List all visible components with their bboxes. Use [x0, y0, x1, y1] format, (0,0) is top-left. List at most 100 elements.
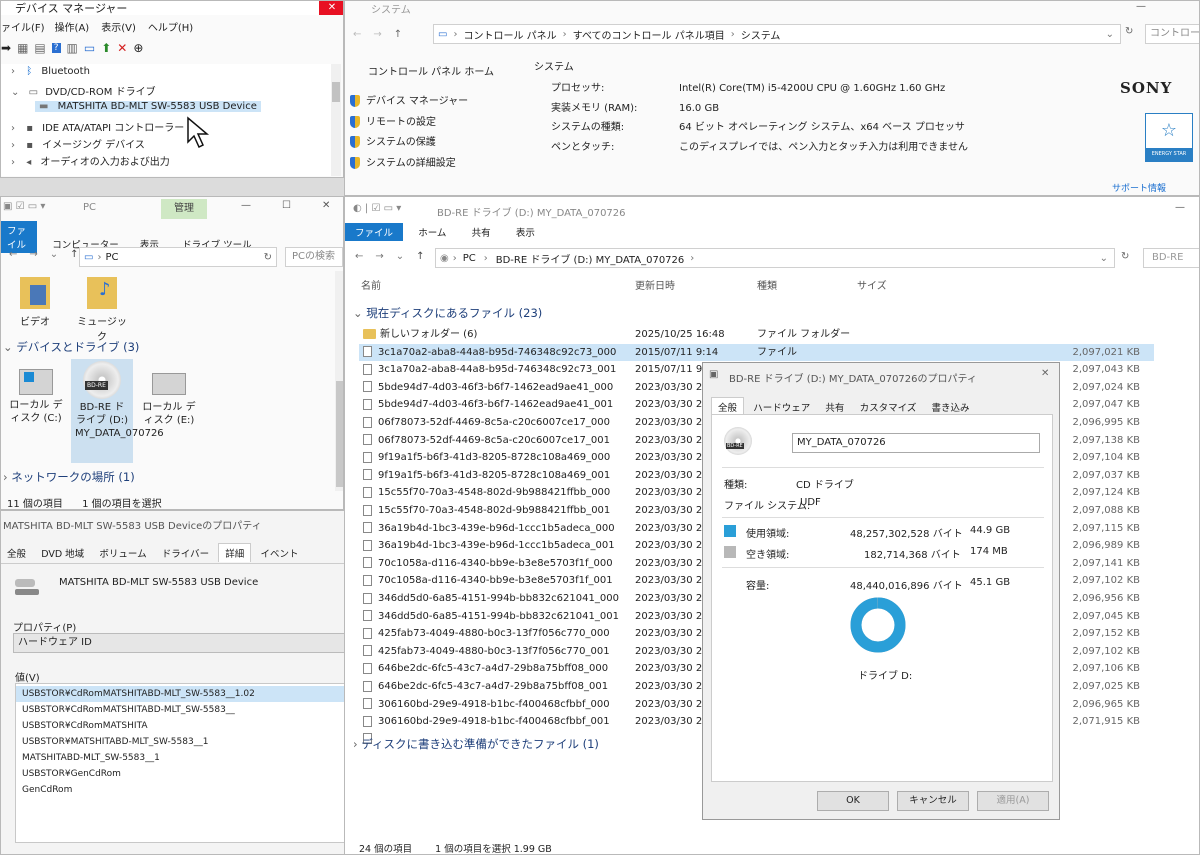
dropdown-icon[interactable]: ⌄: [1100, 253, 1108, 264]
list-item[interactable]: MATSHITABD-MLT_SW-5583__1: [16, 750, 347, 766]
apply-button[interactable]: 適用(A): [977, 791, 1049, 811]
control-panel-home-link[interactable]: コントロール パネル ホーム: [368, 63, 494, 78]
menu-action[interactable]: 操作(A): [55, 19, 90, 34]
property-select[interactable]: ハードウェア ID: [13, 633, 347, 653]
expand-arrow-icon[interactable]: ›: [3, 470, 8, 484]
link-system-protection[interactable]: システムの保護: [350, 133, 468, 154]
list-item[interactable]: GenCdRom: [16, 782, 347, 798]
column-name[interactable]: 名前: [361, 277, 381, 292]
list-item[interactable]: USBSTOR¥GenCdRom: [16, 766, 347, 782]
help-icon[interactable]: ?: [51, 43, 61, 53]
tree-item-audio[interactable]: › ◂ オーディオの入力および出力: [11, 153, 170, 168]
group-header-pending[interactable]: › ディスクに書き込む準備ができたファイル (1): [353, 736, 599, 752]
link-device-manager[interactable]: デバイス マネージャー: [350, 92, 468, 113]
search-box[interactable]: BD-RE: [1143, 248, 1199, 268]
tab-volume[interactable]: ボリューム: [93, 544, 152, 562]
volume-label-input[interactable]: MY_DATA_070726: [792, 433, 1040, 453]
breadcrumb[interactable]: ▭ › コントロール パネル › すべてのコントロール パネル項目 › システム…: [433, 24, 1121, 44]
up-icon[interactable]: ↑: [70, 249, 78, 260]
tree-item-dvd[interactable]: ⌄ ▭ DVD/CD-ROM ドライブ: [11, 83, 156, 98]
update-driver-icon[interactable]: ⬆: [101, 41, 111, 55]
tab-general[interactable]: 全般: [1, 544, 32, 562]
expand-arrow-icon[interactable]: ›: [11, 140, 15, 151]
back-icon[interactable]: ←: [355, 251, 363, 262]
devices-group-header[interactable]: ⌄ デバイスとドライブ (3): [3, 339, 139, 355]
back-icon[interactable]: ←: [9, 249, 17, 260]
expand-arrow-icon[interactable]: ›: [353, 737, 358, 751]
expand-arrow-icon[interactable]: ›: [11, 66, 15, 77]
minimize-icon[interactable]: —: [1175, 202, 1185, 213]
refresh-icon[interactable]: ↻: [1121, 251, 1129, 262]
list-item[interactable]: USBSTOR¥CdRomMATSHITABD-MLT_SW-5583__: [16, 702, 347, 718]
tree-scrollbar[interactable]: [331, 64, 341, 176]
close-icon[interactable]: ✕: [319, 1, 343, 15]
support-link[interactable]: サポート情報: [1112, 181, 1166, 194]
tab-file[interactable]: ファイル: [345, 223, 404, 241]
menu-file[interactable]: ァイル(F): [1, 19, 45, 34]
dropdown-icon[interactable]: ⌄: [1106, 29, 1114, 40]
expand-arrow-icon[interactable]: ›: [11, 157, 15, 168]
refresh-icon[interactable]: ↻: [1125, 26, 1133, 37]
address-bar[interactable]: ▭ › PC ↻: [79, 247, 277, 267]
menu-view[interactable]: 表示(V): [101, 19, 136, 34]
collapse-arrow-icon[interactable]: ⌄: [3, 340, 13, 354]
up-icon[interactable]: ↑: [394, 29, 402, 40]
search-box[interactable]: コントロー: [1145, 24, 1199, 44]
tab-share[interactable]: 共有: [466, 223, 497, 241]
column-type[interactable]: 種類: [757, 277, 777, 292]
pc-scrollbar[interactable]: [335, 271, 343, 491]
cancel-button[interactable]: キャンセル: [897, 791, 969, 811]
close-icon[interactable]: ✕: [322, 200, 330, 211]
grid-icon[interactable]: ▥: [67, 41, 78, 55]
tab-view[interactable]: 表示: [510, 223, 541, 241]
quick-access-icons[interactable]: ▣ ☑ ▭ ▾: [3, 201, 45, 212]
link-advanced-settings[interactable]: システムの詳細設定: [350, 154, 468, 175]
forward-icon[interactable]: ➡: [1, 41, 11, 55]
uninstall-icon[interactable]: ✕: [117, 41, 127, 55]
breadcrumb[interactable]: ◉ › PC › BD-RE ドライブ (D:) MY_DATA_070726 …: [435, 248, 1115, 268]
forward-icon[interactable]: →: [29, 249, 37, 260]
tab-dvd-region[interactable]: DVD 地域: [35, 544, 90, 562]
back-icon[interactable]: ←: [353, 29, 361, 40]
file-row[interactable]: 3c1a70a2-aba8-44a8-b95d-746348c92c73_000…: [359, 343, 1154, 362]
tree-item-matshita[interactable]: ▬ MATSHITA BD-MLT SW-5583 USB Device: [35, 101, 261, 112]
scan-icon[interactable]: ⊕: [133, 41, 143, 55]
ok-button[interactable]: OK: [817, 791, 889, 811]
expand-arrow-icon[interactable]: ›: [11, 123, 15, 134]
list-item[interactable]: USBSTOR¥MATSHITABD-MLT_SW-5583__1: [16, 734, 347, 750]
maximize-icon[interactable]: ☐: [282, 200, 291, 211]
list-icon[interactable]: ▤: [34, 41, 45, 55]
quick-access-icons[interactable]: ◐ | ☑ ▭ ▾: [353, 203, 401, 214]
file-row[interactable]: 新しいフォルダー (6) 2025/10/25 16:48 ファイル フォルダー: [359, 326, 1154, 344]
folder-music[interactable]: ♪ ミュージック: [77, 277, 127, 343]
close-icon[interactable]: ✕: [1041, 368, 1049, 379]
tab-details[interactable]: 詳細: [218, 543, 252, 562]
forward-icon[interactable]: →: [373, 29, 381, 40]
dropdown-icon[interactable]: ⌄: [396, 251, 404, 262]
list-item[interactable]: USBSTOR¥CdRomMATSHITABD-MLT_SW-5583__1.0…: [16, 686, 347, 702]
monitor-icon[interactable]: ▭: [84, 41, 95, 55]
search-box[interactable]: PCの検索: [285, 247, 343, 267]
tab-home[interactable]: ホーム: [412, 223, 452, 241]
properties-icon[interactable]: ▦: [17, 41, 28, 55]
folder-video[interactable]: ビデオ: [15, 277, 55, 328]
minimize-icon[interactable]: —: [241, 200, 251, 211]
group-header-current[interactable]: ⌄ 現在ディスクにあるファイル (23): [353, 305, 542, 321]
drive-d[interactable]: BD-RE BD-RE ドライブ (D:) MY_DATA_070726: [71, 359, 164, 463]
refresh-icon[interactable]: ↻: [264, 252, 272, 263]
link-remote-settings[interactable]: リモートの設定: [350, 113, 468, 134]
forward-icon[interactable]: →: [375, 251, 383, 262]
column-date[interactable]: 更新日時: [635, 277, 675, 292]
up-icon[interactable]: ↑: [416, 251, 424, 262]
drive-e[interactable]: ローカル ディスク (E:): [139, 373, 199, 427]
tree-item-imaging[interactable]: › ▪ イメージング デバイス: [11, 136, 145, 151]
list-item[interactable]: USBSTOR¥CdRomMATSHITA: [16, 718, 347, 734]
collapse-arrow-icon[interactable]: ⌄: [353, 306, 363, 320]
drive-c[interactable]: ローカル ディスク (C:): [7, 369, 65, 425]
tree-item-bluetooth[interactable]: › ᛒ Bluetooth: [11, 66, 90, 77]
minimize-icon[interactable]: —: [1136, 1, 1146, 12]
network-group-header[interactable]: › ネットワークの場所 (1): [3, 469, 135, 485]
value-list[interactable]: USBSTOR¥CdRomMATSHITABD-MLT_SW-5583__1.0…: [15, 683, 347, 843]
tab-driver[interactable]: ドライバー: [156, 544, 215, 562]
manage-tab[interactable]: 管理: [161, 199, 207, 219]
